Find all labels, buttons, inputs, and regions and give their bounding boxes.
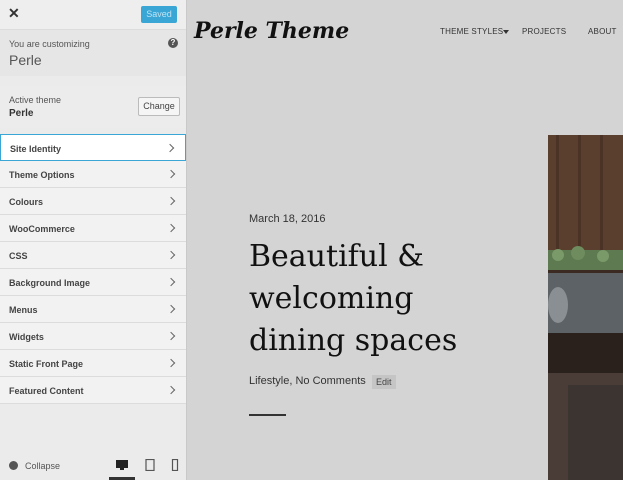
customizer-topbar: ✕ Saved [0,0,186,30]
site-logo[interactable]: Perle Theme [194,18,349,44]
sidebar-item-featured-content[interactable]: Featured Content [0,377,186,404]
chevron-right-icon [166,196,176,206]
sidebar-item-label: Theme Options [9,170,75,180]
post-date: March 18, 2016 [249,213,326,225]
sidebar-item-background-image[interactable]: Background Image [0,269,186,296]
sidebar-item-theme-options[interactable]: Theme Options [0,161,186,188]
chevron-right-icon [166,277,176,287]
sidebar-item-label: Static Front Page [9,359,84,369]
chevron-right-icon [166,331,176,341]
chevron-right-icon [166,250,176,260]
mobile-icon[interactable] [168,459,182,471]
chevron-right-icon [166,358,176,368]
customizing-site-name: Perle [9,52,42,68]
tablet-icon[interactable] [143,459,157,471]
sidebar-item-label: Background Image [9,278,91,288]
chevron-right-icon [166,304,176,314]
customizer-footer: Collapse [0,452,186,480]
collapse-icon[interactable] [9,461,18,470]
help-icon[interactable]: ? [168,38,178,48]
customizer-menu: Site Identity Theme Options Colours WooComm… [0,134,186,404]
chevron-right-icon [166,385,176,395]
sidebar-item-label: Menus [9,305,38,315]
chevron-right-icon [166,223,176,233]
sidebar-item-label: Widgets [9,332,44,342]
sidebar-item-static-front-page[interactable]: Static Front Page [0,350,186,377]
sidebar-item-css[interactable]: CSS [0,242,186,269]
nav-projects[interactable]: PROJECTS [522,27,566,36]
sidebar-item-label: Colours [9,197,44,207]
sidebar-item-label: CSS [9,251,28,261]
site-preview: Perle Theme THEME STYLES PROJECTS ABOUT … [187,0,623,480]
desktop-icon[interactable] [115,459,129,471]
active-theme-section: Active theme Perle Change [0,86,186,128]
chevron-right-icon [166,169,176,179]
customizer-panel: ✕ Saved You are customizing Perle ? Acti… [0,0,187,480]
active-theme-name: Perle [9,108,34,119]
sidebar-item-site-identity[interactable]: Site Identity [0,134,186,161]
customizing-info: You are customizing Perle ? [0,30,186,76]
nav-theme-styles[interactable]: THEME STYLES [440,27,503,36]
nav-about[interactable]: ABOUT [588,27,617,36]
hero-image [548,135,623,480]
active-theme-label: Active theme [9,95,62,105]
dropdown-arrow-icon [503,30,509,34]
close-icon[interactable]: ✕ [8,5,20,22]
sidebar-item-label: Featured Content [9,386,84,396]
sidebar-item-colours[interactable]: Colours [0,188,186,215]
sidebar-item-widgets[interactable]: Widgets [0,323,186,350]
chevron-right-icon [165,143,175,153]
sidebar-item-menus[interactable]: Menus [0,296,186,323]
collapse-button[interactable]: Collapse [25,461,60,471]
edit-link[interactable]: Edit [372,375,396,389]
saved-button[interactable]: Saved [141,6,177,23]
sidebar-item-label: Site Identity [10,144,62,154]
sidebar-item-woocommerce[interactable]: WooCommerce [0,215,186,242]
customizing-label: You are customizing [9,39,90,49]
post-title[interactable]: Beautiful & welcoming dining spaces [249,236,469,362]
post-meta[interactable]: Lifestyle, No Comments [249,375,366,387]
sidebar-item-label: WooCommerce [9,224,75,234]
title-divider [249,414,286,416]
change-theme-button[interactable]: Change [138,97,180,116]
